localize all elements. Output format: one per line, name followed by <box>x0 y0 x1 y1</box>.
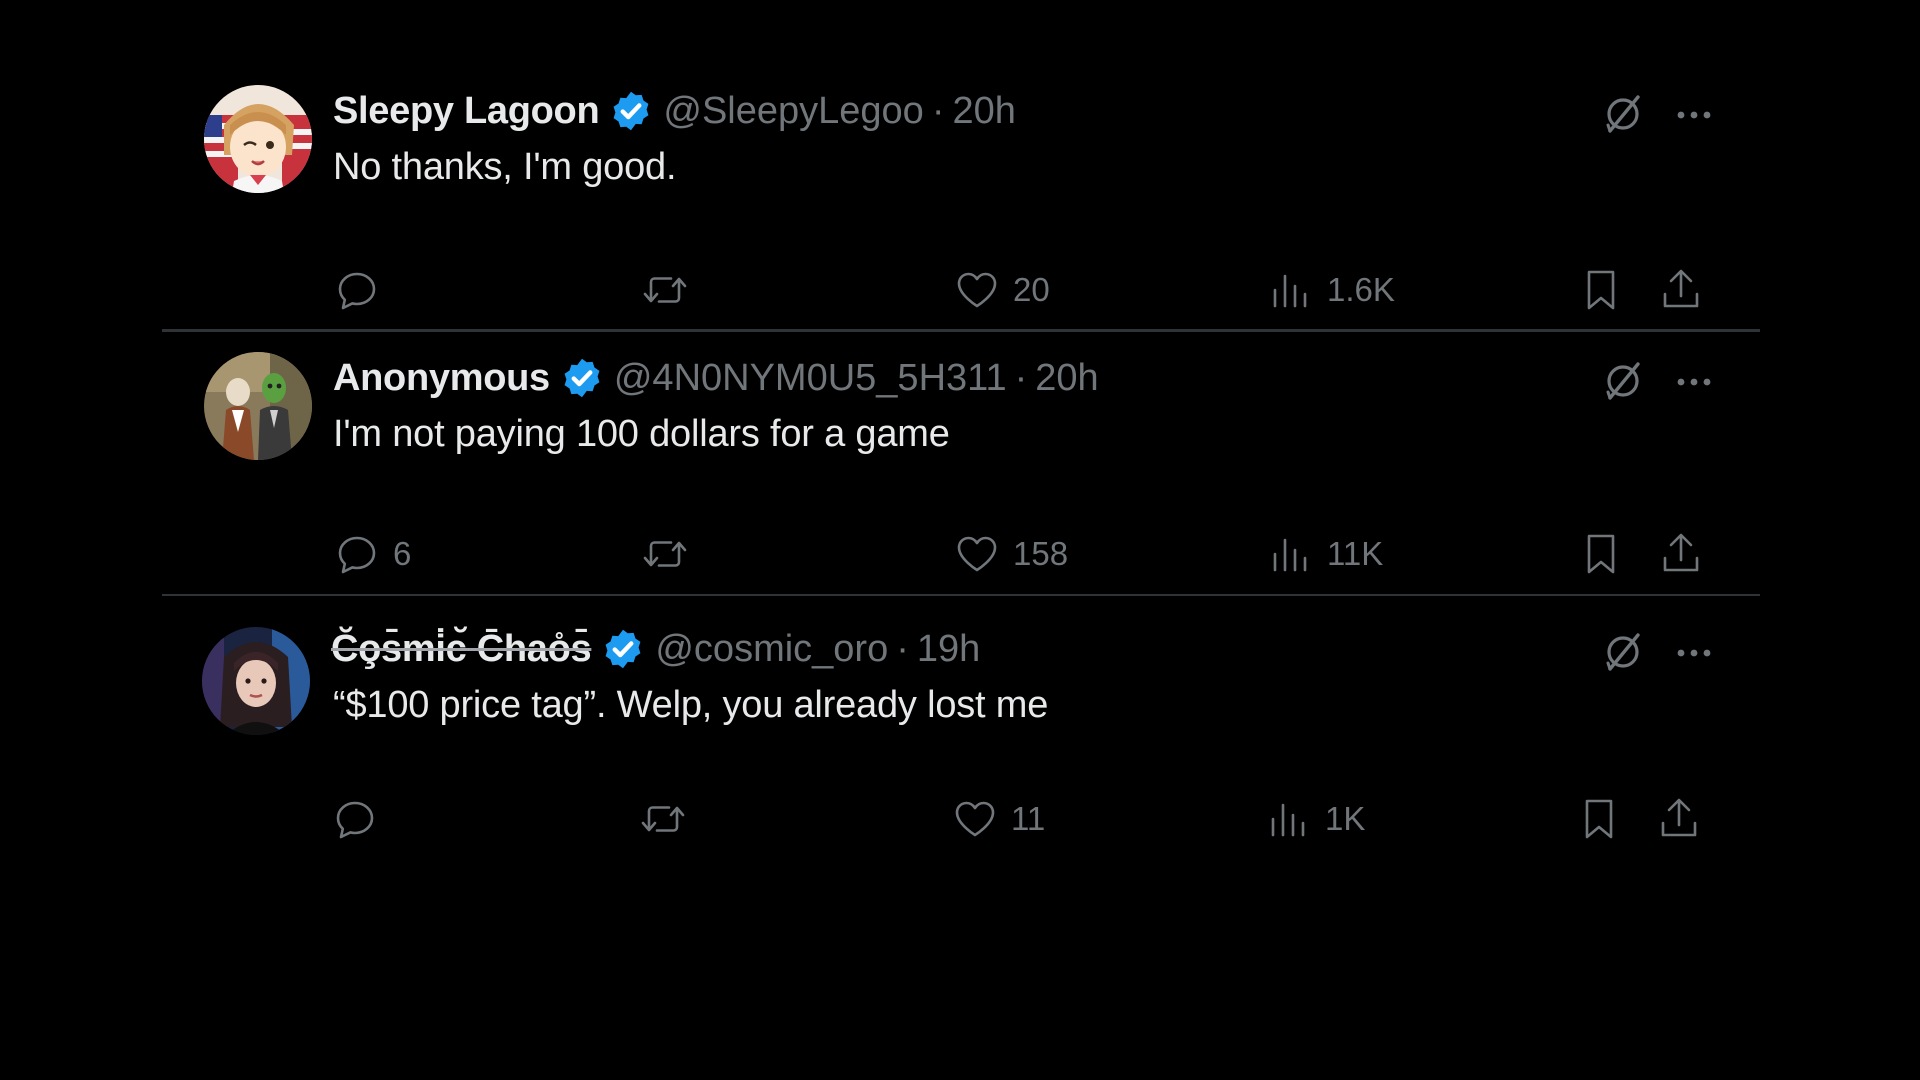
anime-girl-avatar-icon <box>204 85 312 193</box>
reply-icon <box>336 801 374 839</box>
retweet-icon <box>643 277 687 303</box>
share-button[interactable] <box>1657 526 1705 582</box>
share-icon <box>1663 269 1699 308</box>
reply-feed: Sleepy Lagoon @SleepyLegoo · 20h No than… <box>162 62 1760 858</box>
views-chart-icon <box>1273 274 1307 308</box>
bookmark-icon <box>1587 270 1615 310</box>
separator-dot: · <box>931 89 945 132</box>
reply-icon <box>338 272 376 310</box>
verified-badge-icon <box>605 629 641 669</box>
like-button[interactable]: 20 <box>953 262 1050 318</box>
tweet-header: Anonymous @4N0NYM0U5_5H311 · 20h <box>333 354 1099 402</box>
retweet-icon <box>643 541 687 567</box>
separator-dot: · <box>896 627 909 670</box>
reply-button[interactable] <box>333 262 393 318</box>
tweet-header: Sleepy Lagoon @SleepyLegoo · 20h <box>333 87 1016 135</box>
share-button[interactable] <box>1657 262 1705 318</box>
retweet-icon <box>641 806 685 832</box>
tweet[interactable]: Sleepy Lagoon @SleepyLegoo · 20h No than… <box>162 62 1760 329</box>
grok-icon[interactable] <box>1600 358 1646 404</box>
handle[interactable]: @cosmic_oro <box>655 628 888 671</box>
heart-icon <box>957 272 997 308</box>
tweet-actions: 20 1.6K <box>333 262 1713 318</box>
views-button[interactable]: 11K <box>1267 526 1383 582</box>
bookmark-button[interactable] <box>1575 791 1623 847</box>
retweet-button[interactable] <box>641 526 701 582</box>
views-chart-icon <box>1273 538 1307 572</box>
tweet-top-actions <box>1600 625 1760 677</box>
like-count: 11 <box>1011 800 1046 837</box>
tweet-actions: 11 1K <box>331 791 1711 847</box>
tweet-text: No thanks, I'm good. <box>333 146 677 188</box>
reply-button[interactable] <box>331 791 391 847</box>
avatar[interactable] <box>204 352 312 460</box>
tweet[interactable]: Anonymous @4N0NYM0U5_5H311 · 20h I'm not… <box>162 332 1760 594</box>
share-icon <box>1663 533 1699 572</box>
tweet-text: I'm not paying 100 dollars for a game <box>333 413 950 455</box>
views-button[interactable]: 1.6K <box>1267 262 1395 318</box>
bookmark-icon <box>1587 534 1615 574</box>
grok-icon[interactable] <box>1600 91 1646 137</box>
more-options-icon[interactable] <box>1672 360 1716 404</box>
display-name[interactable]: Sleepy Lagoon <box>333 90 600 133</box>
reply-button[interactable]: 6 <box>333 526 411 582</box>
bookmark-button[interactable] <box>1577 526 1625 582</box>
separator-dot: · <box>1014 356 1028 399</box>
tweet-actions: 6 158 11K <box>333 526 1713 582</box>
bookmark-icon <box>1585 799 1613 839</box>
tweet-top-actions <box>1600 87 1760 139</box>
avatar[interactable] <box>204 85 312 193</box>
reply-icon <box>338 536 376 574</box>
view-count: 11K <box>1327 535 1384 572</box>
bookmark-button[interactable] <box>1577 262 1625 318</box>
retweet-button[interactable] <box>641 262 701 318</box>
two-figures-avatar-icon <box>204 352 312 460</box>
timestamp[interactable]: 19h <box>917 628 980 671</box>
tweet-top-actions <box>1600 354 1760 406</box>
tweet-text: “$100 price tag”. Welp, you already lost… <box>333 684 1049 726</box>
reply-count: 6 <box>393 535 412 572</box>
more-options-icon[interactable] <box>1672 631 1716 675</box>
verified-badge-icon <box>564 358 600 398</box>
views-button[interactable]: 1K <box>1265 791 1365 847</box>
share-icon <box>1661 798 1697 837</box>
tweet-header: C̆o̧s̄mi̇c̆ C̄hao̊s̄ @cosmic_oro · 19h <box>331 625 980 673</box>
like-button[interactable]: 158 <box>953 526 1068 582</box>
like-count: 20 <box>1013 271 1050 308</box>
handle[interactable]: @SleepyLegoo <box>663 90 923 133</box>
timestamp[interactable]: 20h <box>1035 357 1098 400</box>
verified-badge-icon <box>613 91 649 131</box>
handle[interactable]: @4N0NYM0U5_5H311 <box>614 357 1007 400</box>
portrait-avatar-icon <box>202 627 310 735</box>
retweet-button[interactable] <box>639 791 699 847</box>
view-count: 1.6K <box>1327 271 1395 308</box>
view-count: 1K <box>1325 800 1366 837</box>
more-options-icon[interactable] <box>1672 93 1716 137</box>
heart-icon <box>957 536 997 572</box>
tweet[interactable]: C̆o̧s̄mi̇c̆ C̄hao̊s̄ @cosmic_oro · 19h “… <box>162 596 1760 858</box>
display-name[interactable]: Anonymous <box>333 357 550 400</box>
views-chart-icon <box>1271 803 1305 837</box>
heart-icon <box>955 801 995 837</box>
like-count: 158 <box>1013 535 1069 572</box>
avatar[interactable] <box>202 627 310 735</box>
grok-icon[interactable] <box>1600 629 1646 675</box>
share-button[interactable] <box>1655 791 1703 847</box>
timestamp[interactable]: 20h <box>952 90 1015 133</box>
display-name[interactable]: C̆o̧s̄mi̇c̆ C̄hao̊s̄ <box>331 628 592 671</box>
like-button[interactable]: 11 <box>951 791 1045 847</box>
